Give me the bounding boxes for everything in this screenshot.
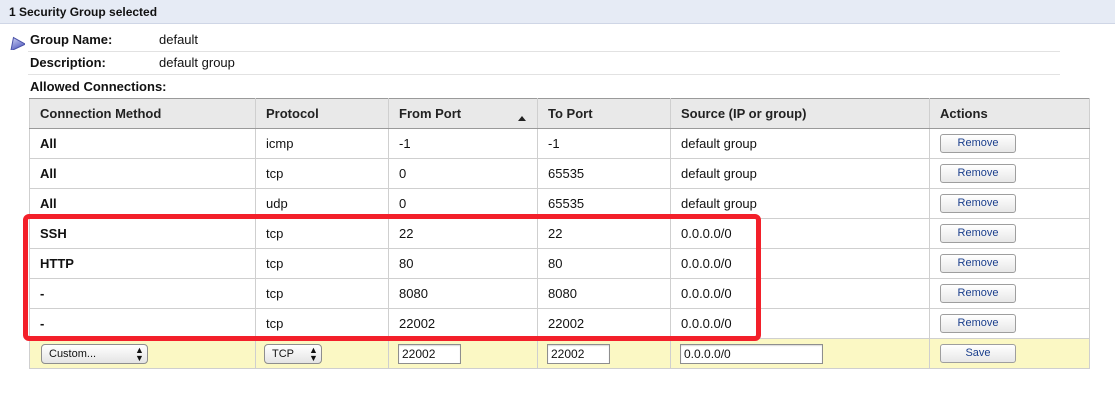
table-row: All icmp -1 -1 default group Remove bbox=[29, 128, 1090, 159]
to-port-input[interactable]: 22002 bbox=[547, 343, 610, 364]
cell-to-port: 22002 bbox=[537, 308, 671, 339]
cell-source: 0.0.0.0/0 bbox=[670, 278, 930, 309]
cell-protocol: icmp bbox=[255, 128, 389, 159]
cell-protocol: tcp bbox=[255, 308, 389, 339]
table-row: - tcp 22002 22002 0.0.0.0/0 Remove bbox=[29, 308, 1090, 339]
cell-to-port: -1 bbox=[537, 128, 671, 159]
table-row: - tcp 8080 8080 0.0.0.0/0 Remove bbox=[29, 278, 1090, 309]
cell-connection-method: All bbox=[29, 188, 256, 219]
from-port-input[interactable]: 22002 bbox=[398, 343, 461, 364]
new-rule-row: Custom... ▲ ▼ TCP ▲ ▼ 22002 22002 0.0.0.0/… bbox=[29, 338, 1090, 369]
column-header-to-port[interactable]: To Port bbox=[537, 98, 671, 129]
cell-connection-method: - bbox=[29, 308, 256, 339]
remove-button[interactable]: Remove bbox=[940, 284, 1016, 303]
cell-connection-method: All bbox=[29, 158, 256, 189]
table-header-row: Connection Method Protocol From Port To … bbox=[29, 98, 1090, 129]
cell-from-port: 0 bbox=[388, 158, 538, 189]
cell-to-port: 8080 bbox=[537, 278, 671, 309]
remove-button[interactable]: Remove bbox=[940, 314, 1016, 333]
selection-title: 1 Security Group selected bbox=[9, 5, 158, 19]
cell-to-port: 80 bbox=[537, 248, 671, 279]
group-name-label: Group Name: bbox=[30, 32, 113, 47]
table-row: All udp 0 65535 default group Remove bbox=[29, 188, 1090, 219]
cell-source: 0.0.0.0/0 bbox=[670, 248, 930, 279]
cell-to-port: 65535 bbox=[537, 158, 671, 189]
cell-from-port: 22002 bbox=[388, 338, 538, 369]
cell-actions: Remove bbox=[929, 188, 1090, 219]
cell-from-port: 0 bbox=[388, 188, 538, 219]
cell-from-port: 8080 bbox=[388, 278, 538, 309]
cell-protocol: tcp bbox=[255, 278, 389, 309]
cell-actions: Remove bbox=[929, 218, 1090, 249]
column-header-label: From Port bbox=[399, 106, 462, 121]
cell-source: 0.0.0.0/0 bbox=[670, 308, 930, 339]
table-row: SSH tcp 22 22 0.0.0.0/0 Remove bbox=[29, 218, 1090, 249]
cell-protocol: udp bbox=[255, 188, 389, 219]
updown-arrows-icon: ▲ ▼ bbox=[309, 344, 318, 363]
description-label: Description: bbox=[30, 55, 106, 70]
cell-protocol: tcp bbox=[255, 248, 389, 279]
table-row: All tcp 0 65535 default group Remove bbox=[29, 158, 1090, 189]
disclosure-arrow-icon[interactable] bbox=[7, 36, 25, 50]
table-row: HTTP tcp 80 80 0.0.0.0/0 Remove bbox=[29, 248, 1090, 279]
remove-button[interactable]: Remove bbox=[940, 164, 1016, 183]
selection-header-bar: 1 Security Group selected bbox=[0, 0, 1115, 24]
cell-connection-method: HTTP bbox=[29, 248, 256, 279]
cell-from-port: 22 bbox=[388, 218, 538, 249]
cell-protocol: tcp bbox=[255, 218, 389, 249]
sort-ascending-icon bbox=[518, 116, 526, 121]
divider bbox=[28, 74, 1060, 75]
column-header-connection-method[interactable]: Connection Method bbox=[29, 98, 256, 129]
column-header-source[interactable]: Source (IP or group) bbox=[670, 98, 930, 129]
cell-source: default group bbox=[670, 128, 930, 159]
column-header-from-port[interactable]: From Port bbox=[388, 98, 538, 129]
protocol-select[interactable]: TCP ▲ ▼ bbox=[264, 343, 322, 364]
protocol-select-value: TCP bbox=[272, 347, 294, 360]
cell-actions: Remove bbox=[929, 158, 1090, 189]
column-header-protocol[interactable]: Protocol bbox=[255, 98, 389, 129]
cell-from-port: 80 bbox=[388, 248, 538, 279]
cell-from-port: -1 bbox=[388, 128, 538, 159]
source-input[interactable]: 0.0.0.0/0 bbox=[680, 343, 823, 364]
connection-method-select-value: Custom... bbox=[49, 347, 97, 360]
divider bbox=[28, 51, 1060, 52]
cell-actions: Remove bbox=[929, 308, 1090, 339]
allowed-connections-label: Allowed Connections: bbox=[30, 79, 167, 94]
save-button[interactable]: Save bbox=[940, 344, 1016, 363]
updown-arrows-icon: ▲ ▼ bbox=[135, 344, 144, 363]
cell-to-port: 22002 bbox=[537, 338, 671, 369]
description-value: default group bbox=[159, 55, 235, 70]
column-header-actions: Actions bbox=[929, 98, 1090, 129]
cell-from-port: 22002 bbox=[388, 308, 538, 339]
connection-method-select[interactable]: Custom... ▲ ▼ bbox=[41, 343, 148, 364]
allowed-connections-table: Connection Method Protocol From Port To … bbox=[29, 98, 1090, 369]
cell-source: 0.0.0.0/0 bbox=[670, 338, 930, 369]
remove-button[interactable]: Remove bbox=[940, 194, 1016, 213]
cell-connection-method: Custom... ▲ ▼ bbox=[29, 338, 256, 369]
cell-protocol: TCP ▲ ▼ bbox=[255, 338, 389, 369]
cell-connection-method: - bbox=[29, 278, 256, 309]
cell-actions: Remove bbox=[929, 278, 1090, 309]
cell-actions: Save bbox=[929, 338, 1090, 369]
cell-protocol: tcp bbox=[255, 158, 389, 189]
cell-to-port: 65535 bbox=[537, 188, 671, 219]
cell-source: 0.0.0.0/0 bbox=[670, 218, 930, 249]
cell-actions: Remove bbox=[929, 128, 1090, 159]
cell-actions: Remove bbox=[929, 248, 1090, 279]
remove-button[interactable]: Remove bbox=[940, 224, 1016, 243]
remove-button[interactable]: Remove bbox=[940, 134, 1016, 153]
cell-connection-method: All bbox=[29, 128, 256, 159]
remove-button[interactable]: Remove bbox=[940, 254, 1016, 273]
cell-connection-method: SSH bbox=[29, 218, 256, 249]
group-name-value: default bbox=[159, 32, 199, 47]
cell-to-port: 22 bbox=[537, 218, 671, 249]
cell-source: default group bbox=[670, 158, 930, 189]
cell-source: default group bbox=[670, 188, 930, 219]
